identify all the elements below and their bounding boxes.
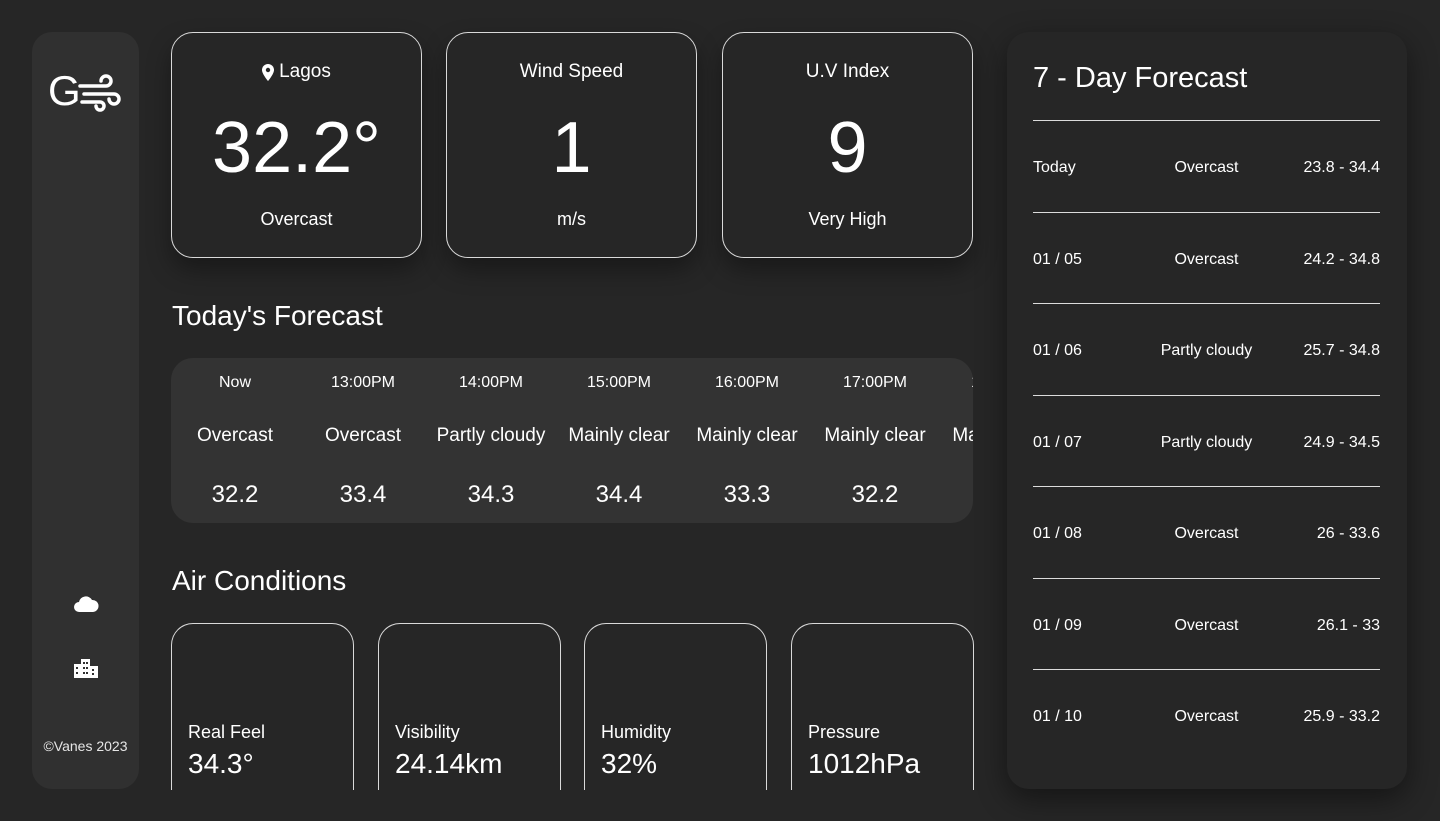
forecast-day-row: 01 / 08 Overcast 26 - 33.6 xyxy=(1033,486,1380,578)
forecast-day-row: 01 / 07 Partly cloudy 24.9 - 34.5 xyxy=(1033,395,1380,487)
weekly-forecast-panel: 7 - Day Forecast Today Overcast 23.8 - 3… xyxy=(1007,32,1407,789)
visibility-card: Visibility 24.14km xyxy=(378,623,561,803)
cloud-icon[interactable] xyxy=(72,592,100,616)
app-logo[interactable]: G xyxy=(48,67,124,114)
bottom-clip xyxy=(160,790,990,821)
day-temp-range: 24.9 - 34.5 xyxy=(1303,434,1381,451)
wind-logo-icon: G xyxy=(48,67,121,114)
hour-item: 17:00PM Mainly clear 32.2 xyxy=(811,358,939,523)
air-label: Humidity xyxy=(601,722,672,742)
day-temp-range: 24.2 - 34.8 xyxy=(1303,251,1381,268)
hour-condition: Overcast xyxy=(324,425,402,446)
hour-time: 18:00PM xyxy=(939,374,973,392)
hour-condition: Overcast xyxy=(196,425,274,446)
hour-item: 14:00PM Partly cloudy 34.3 xyxy=(427,358,555,523)
hour-temp: 32.2 xyxy=(851,481,899,508)
air-value: 32% xyxy=(601,748,658,779)
hour-item: 18:00PM Mainly clear xyxy=(939,358,973,523)
current-condition: Overcast xyxy=(260,209,333,229)
wind-speed-value: 1 xyxy=(551,108,592,188)
uv-index-value: 9 xyxy=(827,108,868,188)
uv-index-level: Very High xyxy=(808,209,887,229)
current-temperature: 32.2° xyxy=(212,108,381,188)
air-label: Pressure xyxy=(808,722,881,742)
day-temp-range: 25.7 - 34.8 xyxy=(1303,342,1381,359)
hour-condition: Mainly clear xyxy=(824,425,926,446)
hour-temp: 33.3 xyxy=(723,481,771,508)
air-conditions-title: Air Conditions xyxy=(172,565,347,596)
hour-item: 15:00PM Mainly clear 34.4 xyxy=(555,358,683,523)
day-temp-range: 25.9 - 33.2 xyxy=(1303,708,1381,725)
hour-condition: Mainly clear xyxy=(568,425,670,446)
air-value: 24.14km xyxy=(395,748,503,779)
humidity-card: Humidity 32% xyxy=(584,623,767,803)
air-value: 1012hPa xyxy=(808,748,921,779)
forecast-day-row: 01 / 10 Overcast 25.9 - 33.2 xyxy=(1033,669,1380,761)
air-label: Real Feel xyxy=(188,722,266,742)
hour-time: 14:00PM xyxy=(458,374,524,391)
forecast-day-row: Today Overcast 23.8 - 34.4 xyxy=(1033,120,1380,212)
hour-time: 15:00PM xyxy=(586,374,652,391)
air-label: Visibility xyxy=(395,722,460,742)
hour-time: 16:00PM xyxy=(714,374,780,391)
wind-speed-card: Wind Speed 1 m/s xyxy=(446,32,697,258)
hour-time: 13:00PM xyxy=(330,374,396,391)
wind-speed-unit: m/s xyxy=(557,209,586,229)
hour-condition: Partly cloudy xyxy=(436,425,546,446)
hour-time: Now xyxy=(218,374,251,391)
location-pin-icon xyxy=(262,63,275,81)
forecast-day-row: 01 / 09 Overcast 26.1 - 33 xyxy=(1033,578,1380,670)
hour-condition: Mainly clear xyxy=(696,425,798,446)
sidebar: G ©Vanes 2023 xyxy=(32,32,139,789)
copyright-text: ©Vanes 2023 xyxy=(43,738,128,754)
city-icon[interactable] xyxy=(72,656,100,680)
svg-text:G: G xyxy=(48,68,81,112)
day-temp-range: 23.8 - 34.4 xyxy=(1303,159,1381,176)
hour-temp: 34.4 xyxy=(595,481,643,508)
day-temp-range: 26 - 33.6 xyxy=(1316,525,1380,542)
wind-speed-label: Wind Speed xyxy=(519,61,624,82)
hour-temp: 33.4 xyxy=(339,481,387,508)
todays-forecast-title: Today's Forecast xyxy=(172,300,383,331)
day-temp-range: 26.1 - 33 xyxy=(1316,617,1380,634)
hour-item: 16:00PM Mainly clear 33.3 xyxy=(683,358,811,523)
uv-index-label: U.V Index xyxy=(805,61,890,82)
forecast-day-row: 01 / 06 Partly cloudy 25.7 - 34.8 xyxy=(1033,303,1380,395)
hour-time: 17:00PM xyxy=(842,374,908,391)
hour-item: Now Overcast 32.2 xyxy=(171,358,299,523)
pressure-card: Pressure 1012hPa xyxy=(791,623,974,803)
hourly-forecast-strip[interactable]: Now Overcast 32.2 13:00PM Overcast 33.4 … xyxy=(171,358,973,523)
hour-temp: 32.2 xyxy=(211,481,259,508)
current-weather-card: Lagos 32.2° Overcast xyxy=(171,32,422,258)
hour-item: 13:00PM Overcast 33.4 xyxy=(299,358,427,523)
real-feel-card: Real Feel 34.3° xyxy=(171,623,354,803)
location-name: Lagos xyxy=(279,61,331,82)
hour-temp: 34.3 xyxy=(467,481,515,508)
uv-index-card: U.V Index 9 Very High xyxy=(722,32,973,258)
hour-condition: Mainly clear xyxy=(952,425,973,446)
forecast-day-row: 01 / 05 Overcast 24.2 - 34.8 xyxy=(1033,212,1380,304)
weekly-forecast-title: 7 - Day Forecast xyxy=(1033,62,1248,94)
air-value: 34.3° xyxy=(188,748,254,779)
